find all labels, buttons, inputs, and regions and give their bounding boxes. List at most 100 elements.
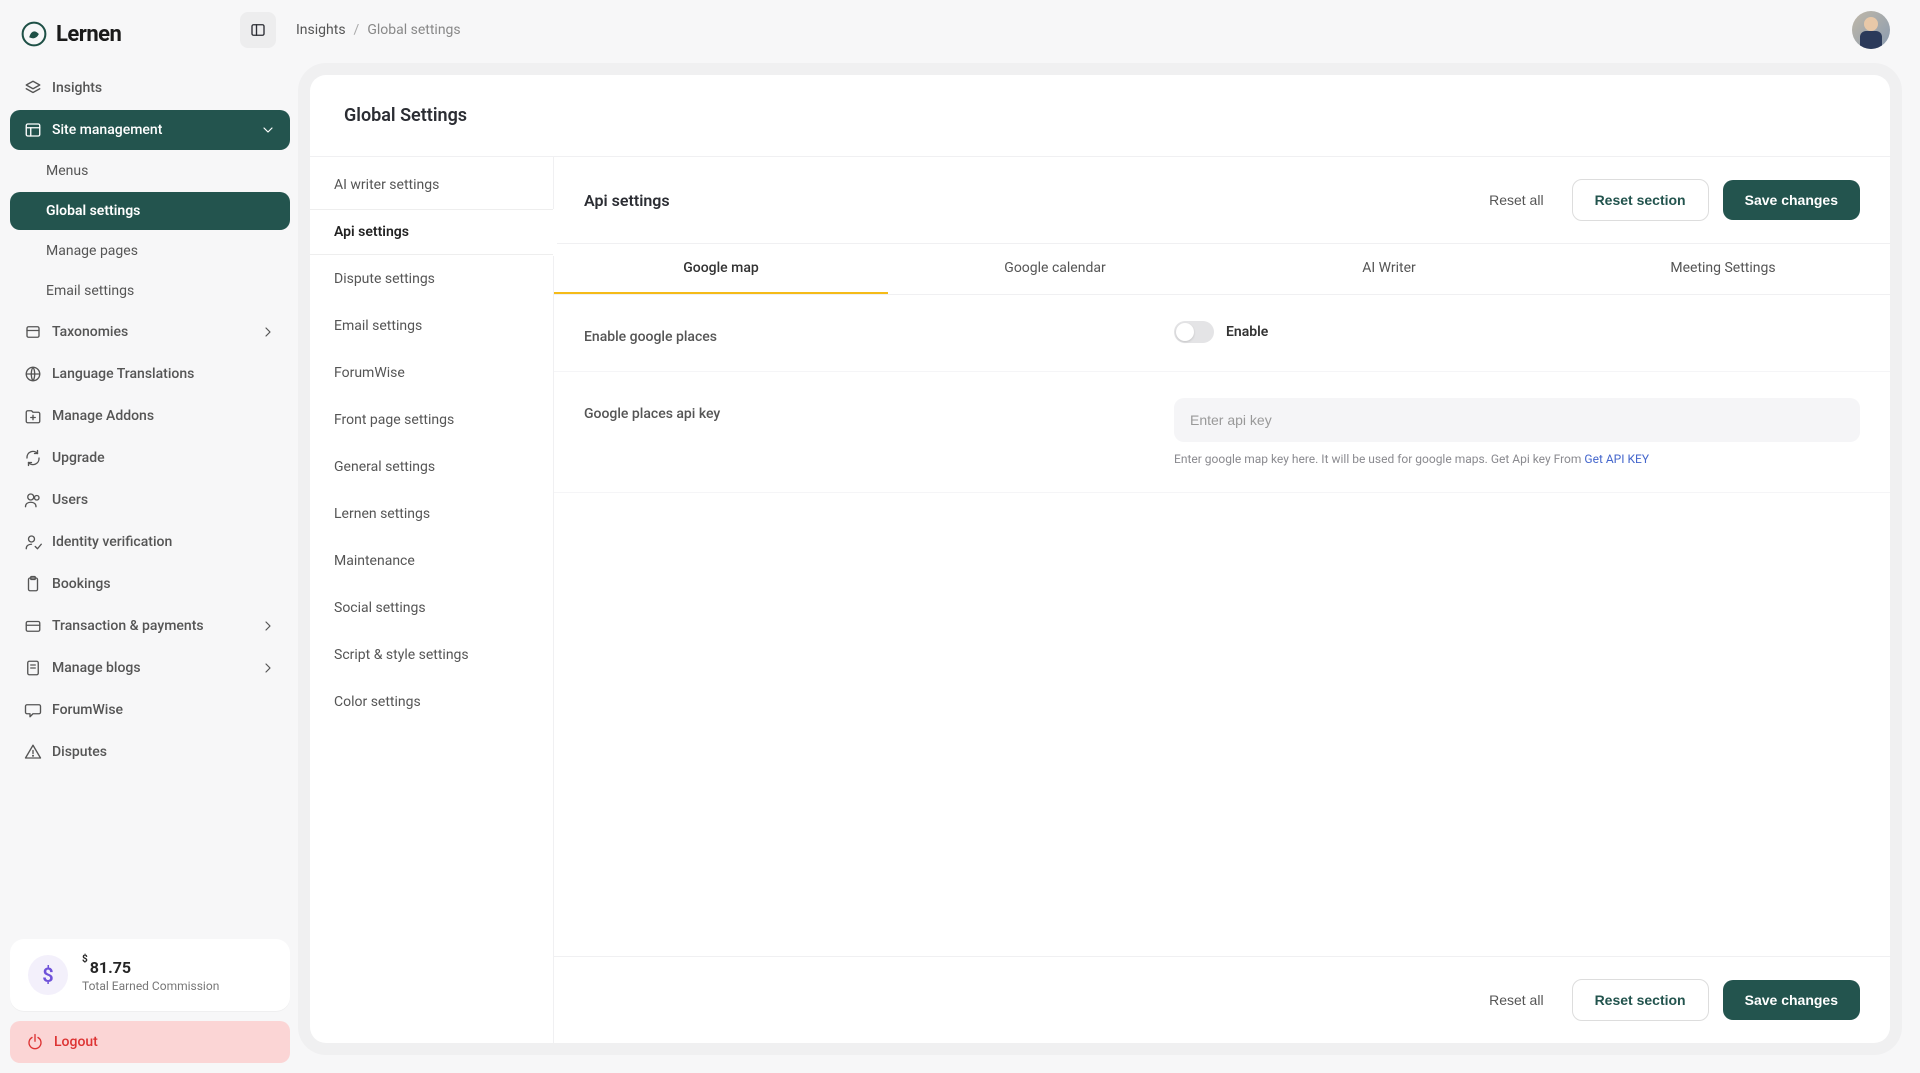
get-api-key-link[interactable]: Get API KEY — [1584, 452, 1649, 466]
logout-label: Logout — [54, 1034, 98, 1050]
plus-folder-icon — [24, 407, 42, 425]
reset-section-button[interactable]: Reset section — [1572, 179, 1709, 221]
clipboard-icon — [24, 575, 42, 593]
chevron-right-icon — [260, 324, 276, 340]
form-row-enable-places: Enable google places Enable — [554, 295, 1890, 372]
chevron-down-icon — [260, 122, 276, 138]
layout-icon — [24, 121, 42, 139]
user-check-icon — [24, 533, 42, 551]
sidebar-item-manage-addons[interactable]: Manage Addons — [10, 396, 290, 436]
sidebar-item-label: Transaction & payments — [52, 618, 204, 634]
tab-meeting-settings[interactable]: Meeting Settings — [1556, 244, 1890, 294]
sidebar-item-site-management[interactable]: Site management — [10, 110, 290, 150]
enable-places-toggle-label: Enable — [1226, 324, 1268, 340]
main-content: Global Settings AI writer settings Api s… — [300, 0, 1920, 1073]
brand-name: Lernen — [56, 22, 121, 47]
settings-nav-front-page[interactable]: Front page settings — [310, 397, 553, 444]
api-key-helper: Enter google map key here. It will be us… — [1174, 452, 1860, 466]
enable-places-label: Enable google places — [584, 321, 1144, 345]
tab-ai-writer[interactable]: AI Writer — [1222, 244, 1556, 294]
sidebar-item-label: Upgrade — [52, 450, 105, 466]
tab-google-calendar[interactable]: Google calendar — [888, 244, 1222, 294]
panel-title: Global Settings — [344, 105, 1860, 126]
api-key-input[interactable] — [1174, 398, 1860, 442]
sidebar-item-label: Insights — [52, 80, 102, 96]
dollar-icon: $ — [28, 955, 68, 995]
sidebar-item-label: Global settings — [46, 203, 140, 219]
sidebar-item-users[interactable]: Users — [10, 480, 290, 520]
enable-places-toggle[interactable] — [1174, 321, 1214, 343]
sidebar-item-disputes[interactable]: Disputes — [10, 732, 290, 772]
sidebar-toggle-button[interactable] — [240, 12, 276, 48]
settings-nav-social[interactable]: Social settings — [310, 585, 553, 632]
commission-card: $ $81.75 Total Earned Commission — [10, 939, 290, 1011]
settings-nav-script-style[interactable]: Script & style settings — [310, 632, 553, 679]
power-icon — [26, 1033, 44, 1051]
save-changes-button[interactable]: Save changes — [1723, 180, 1860, 220]
sidebar-item-label: Manage blogs — [52, 660, 141, 676]
sidebar-item-insights[interactable]: Insights — [10, 68, 290, 108]
settings-nav-lernen[interactable]: Lernen settings — [310, 491, 553, 538]
sidebar-item-label: Menus — [46, 163, 88, 179]
sidebar-item-transaction-payments[interactable]: Transaction & payments — [10, 606, 290, 646]
reset-section-button-footer[interactable]: Reset section — [1572, 979, 1709, 1021]
sidebar-item-bookings[interactable]: Bookings — [10, 564, 290, 604]
sidebar-item-label: Language Translations — [52, 366, 194, 382]
sidebar-item-upgrade[interactable]: Upgrade — [10, 438, 290, 478]
settings-nav-forumwise[interactable]: ForumWise — [310, 350, 553, 397]
tabs: Google map Google calendar AI Writer Mee… — [554, 244, 1890, 295]
tag-icon — [24, 323, 42, 341]
layers-icon — [24, 79, 42, 97]
save-changes-button-footer[interactable]: Save changes — [1723, 980, 1860, 1020]
reset-all-button[interactable]: Reset all — [1475, 182, 1557, 218]
sidebar-item-label: ForumWise — [52, 702, 123, 718]
sidebar-item-language-translations[interactable]: Language Translations — [10, 354, 290, 394]
section-title: Api settings — [584, 191, 1461, 210]
sidebar-nav: Insights Site management Menus Global se… — [10, 68, 290, 929]
settings-nav-ai-writer[interactable]: AI writer settings — [310, 157, 553, 209]
settings-nav-color[interactable]: Color settings — [310, 679, 553, 726]
sidebar-item-label: Identity verification — [52, 534, 172, 550]
panel-header: Global Settings — [310, 75, 1890, 157]
sidebar-item-label: Users — [52, 492, 88, 508]
settings-nav-maintenance[interactable]: Maintenance — [310, 538, 553, 585]
sidebar-item-label: Bookings — [52, 576, 111, 592]
sidebar-item-manage-blogs[interactable]: Manage blogs — [10, 648, 290, 688]
commission-amount: $81.75 — [82, 958, 219, 977]
logo-icon — [20, 20, 48, 48]
refresh-icon — [24, 449, 42, 467]
tab-google-map[interactable]: Google map — [554, 244, 888, 294]
settings-nav-email-settings[interactable]: Email settings — [310, 303, 553, 350]
sidebar: Lernen Insights Site management Menus Gl… — [0, 0, 300, 1073]
chevron-right-icon — [260, 660, 276, 676]
settings-nav-api-settings[interactable]: Api settings — [310, 209, 553, 256]
settings-panel: Global Settings AI writer settings Api s… — [310, 75, 1890, 1043]
settings-content: Api settings Reset all Reset section Sav… — [554, 157, 1890, 1043]
section-header: Api settings Reset all Reset section Sav… — [554, 157, 1890, 244]
globe-icon — [24, 365, 42, 383]
logout-button[interactable]: Logout — [10, 1021, 290, 1063]
reset-all-button-footer[interactable]: Reset all — [1475, 982, 1557, 1018]
sidebar-item-global-settings[interactable]: Global settings — [10, 192, 290, 230]
sidebar-item-manage-pages[interactable]: Manage pages — [10, 232, 290, 270]
alert-icon — [24, 743, 42, 761]
sidebar-item-identity-verification[interactable]: Identity verification — [10, 522, 290, 562]
sidebar-item-menus[interactable]: Menus — [10, 152, 290, 190]
document-icon — [24, 659, 42, 677]
panel-icon — [249, 21, 267, 39]
settings-nav-general[interactable]: General settings — [310, 444, 553, 491]
sidebar-item-label: Taxonomies — [52, 324, 128, 340]
footer-actions: Reset all Reset section Save changes — [554, 956, 1890, 1043]
settings-nav: AI writer settings Api settings Dispute … — [310, 157, 554, 1043]
commission-label: Total Earned Commission — [82, 979, 219, 993]
settings-nav-dispute-settings[interactable]: Dispute settings — [310, 256, 553, 303]
chevron-right-icon — [260, 618, 276, 634]
sidebar-item-email-settings[interactable]: Email settings — [10, 272, 290, 310]
sidebar-item-taxonomies[interactable]: Taxonomies — [10, 312, 290, 352]
sidebar-item-label: Email settings — [46, 283, 134, 299]
sidebar-item-forumwise[interactable]: ForumWise — [10, 690, 290, 730]
sidebar-item-label: Disputes — [52, 744, 107, 760]
chat-icon — [24, 701, 42, 719]
credit-card-icon — [24, 617, 42, 635]
users-icon — [24, 491, 42, 509]
